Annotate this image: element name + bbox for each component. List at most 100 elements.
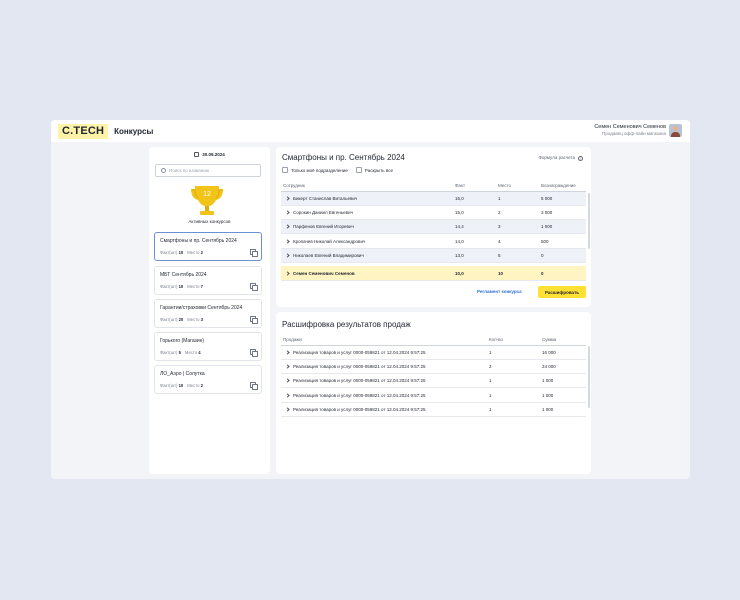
place-cell: 1 (496, 191, 539, 206)
chevron-right-icon[interactable] (285, 364, 290, 369)
top-bar: С.TECH Конкурсы Семен Семенович Семенов … (51, 120, 690, 142)
chevron-right-icon[interactable] (285, 378, 290, 383)
employee-cell: Семен Семенович Семенов (281, 266, 453, 282)
sales-decode-panel: Расшифровка результатов продаж Продажи К… (276, 312, 591, 474)
place-cell: 5 (496, 248, 539, 263)
column-header: Кол-во (487, 334, 540, 346)
search-input[interactable] (169, 168, 259, 173)
contest-card[interactable]: Гарантии/страховки Сентябрь 2024 Факт(шт… (154, 299, 262, 328)
contest-panel-title: Смартфоны и пр. Сентябрь 2024 (282, 153, 405, 162)
checkbox-expand-all[interactable] (355, 167, 362, 173)
date-value: 30.09.2024 (202, 152, 225, 157)
chevron-right-icon[interactable] (285, 407, 290, 412)
column-header: Вознаграждение (539, 180, 586, 192)
column-header: Сумма (540, 334, 586, 346)
place-cell: 10 (496, 266, 539, 282)
qty-cell: 2 (487, 359, 540, 375)
qty-cell: 1 (487, 373, 540, 389)
employee-cell: Кропачев Николай Александрович (281, 233, 453, 249)
qty-cell: 1 (487, 387, 540, 403)
reward-cell: 0 (539, 248, 586, 263)
chevron-right-icon[interactable] (285, 224, 290, 229)
table-row[interactable]: Парфенов Евгений Игоревич 14,4 3 1 000 (281, 219, 586, 235)
chevron-right-icon[interactable] (285, 196, 290, 201)
contests-sidebar: 30.09.2024 12 Активных конкурсов Смартфо… (149, 147, 270, 474)
chevron-right-icon[interactable] (285, 253, 290, 258)
formula-link[interactable]: Формула расчета i (538, 155, 583, 161)
fact-cell: 14,4 (453, 219, 496, 235)
contest-title: Гарантии/страховки Сентябрь 2024 (160, 305, 243, 311)
table-row[interactable]: Реализация товаров и услуг 0000-059821 о… (281, 373, 586, 389)
logo[interactable]: С.TECH (58, 123, 109, 139)
sum-cell: 24 000 (540, 359, 586, 375)
page-title: Конкурсы (114, 126, 154, 136)
contest-meta: Факт(шт) 10 Место 2 (160, 383, 203, 388)
date-display[interactable]: 30.09.2024 (149, 152, 270, 157)
qty-cell: 1 (487, 402, 540, 417)
place-cell: 3 (496, 219, 539, 235)
contest-card[interactable]: Смартфоны и пр. Сентябрь 2024 Факт(шт) 1… (154, 232, 262, 261)
column-header: Продажи (281, 334, 487, 346)
contest-title: Смартфоны и пр. Сентябрь 2024 (160, 238, 237, 244)
search-box[interactable] (155, 164, 261, 177)
copy-icon[interactable] (250, 249, 258, 257)
current-user-row[interactable]: Семен Семенович Семенов 10,0 10 0 (281, 266, 586, 282)
place-cell: 4 (496, 233, 539, 249)
contest-meta: Факт(шт) 10 Место 2 (160, 250, 203, 255)
table-row[interactable]: Реализация товаров и услуг 0000-059821 о… (281, 345, 586, 360)
sale-cell: Реализация товаров и услуг 0000-059821 о… (281, 345, 487, 360)
scrollbar[interactable] (588, 193, 590, 249)
active-count: 12 (203, 191, 211, 198)
copy-icon[interactable] (250, 283, 258, 291)
table-header: Сотрудник Факт Место Вознаграждение (281, 180, 586, 192)
sales-table: Продажи Кол-во Сумма Реализация товаров … (281, 334, 586, 417)
copy-icon[interactable] (250, 382, 258, 390)
contest-meta: Факт(шт) 10 Место 7 (160, 284, 203, 289)
checkbox-own-department[interactable] (282, 167, 288, 173)
copy-icon[interactable] (250, 349, 258, 357)
contest-results-panel: Смартфоны и пр. Сентябрь 2024 Формула ра… (276, 147, 591, 307)
sum-cell: 16 000 (540, 345, 586, 360)
app-window: С.TECH Конкурсы Семен Семенович Семенов … (51, 120, 690, 479)
fact-cell: 15,0 (453, 191, 496, 206)
reward-cell: 0 (539, 266, 586, 282)
copy-icon[interactable] (250, 316, 258, 324)
column-header: Место (496, 180, 539, 192)
reglament-link[interactable]: Регламент конкурса (477, 289, 522, 294)
fact-cell: 15,0 (453, 205, 496, 221)
scrollbar[interactable] (588, 346, 590, 408)
chevron-right-icon[interactable] (285, 271, 290, 276)
sale-cell: Реализация товаров и услуг 0000-059821 о… (281, 359, 487, 375)
table-row[interactable]: Кропачев Николай Александрович 14,0 4 50… (281, 233, 586, 249)
chevron-right-icon[interactable] (285, 210, 290, 215)
user-info[interactable]: Семен Семенович Семенов Продавец офф-лай… (594, 124, 666, 137)
avatar[interactable] (669, 124, 682, 137)
qty-cell: 1 (487, 345, 540, 360)
employee-cell: Сорокин Даниил Евгеньевич (281, 205, 453, 221)
contest-card[interactable]: ЛО_Аэро | Солутка Факт(шт) 10 Место 2 (154, 365, 262, 394)
table-row[interactable]: Сорокин Даниил Евгеньевич 15,0 2 3 000 (281, 205, 586, 221)
search-icon (161, 168, 166, 173)
contest-title: Горького (Магазин) (160, 338, 205, 344)
results-table: Сотрудник Факт Место Вознаграждение Бике… (281, 180, 586, 282)
reward-cell: 3 000 (539, 205, 586, 221)
filters: Только моё подразделение Раскрыть все (282, 167, 401, 173)
chevron-right-icon[interactable] (285, 392, 290, 398)
fact-cell: 13,0 (453, 248, 496, 263)
user-name: Семен Семенович Семенов (594, 124, 666, 130)
table-row[interactable]: Реализация товаров и услуг 0000-059821 о… (281, 387, 586, 403)
contest-card[interactable]: МБТ Сентябрь 2024 Факт(шт) 10 Место 7 (154, 266, 262, 295)
contest-card[interactable]: Горького (Магазин) Факт(шт) 5 Место 4 (154, 332, 262, 361)
table-row[interactable]: Реализация товаров и услуг 0000-059821 о… (281, 359, 586, 375)
contest-title: МБТ Сентябрь 2024 (160, 272, 207, 278)
table-row[interactable]: Николаев Евгений Владимирович 13,0 5 0 (281, 248, 586, 263)
contest-meta: Факт(шт) 5 Место 4 (160, 350, 201, 355)
table-row[interactable]: Бикерт Станислав Витальевич 15,0 1 5 000 (281, 191, 586, 206)
chevron-right-icon[interactable] (285, 238, 290, 244)
chevron-right-icon[interactable] (285, 350, 290, 355)
table-row[interactable]: Реализация товаров и услуг 0000-059821 о… (281, 402, 586, 417)
sale-cell: Реализация товаров и услуг 0000-059821 о… (281, 387, 487, 403)
place-cell: 2 (496, 205, 539, 221)
decode-button[interactable]: Расшифровать (538, 286, 586, 298)
user-role: Продавец офф-лайн магазина (602, 131, 666, 136)
